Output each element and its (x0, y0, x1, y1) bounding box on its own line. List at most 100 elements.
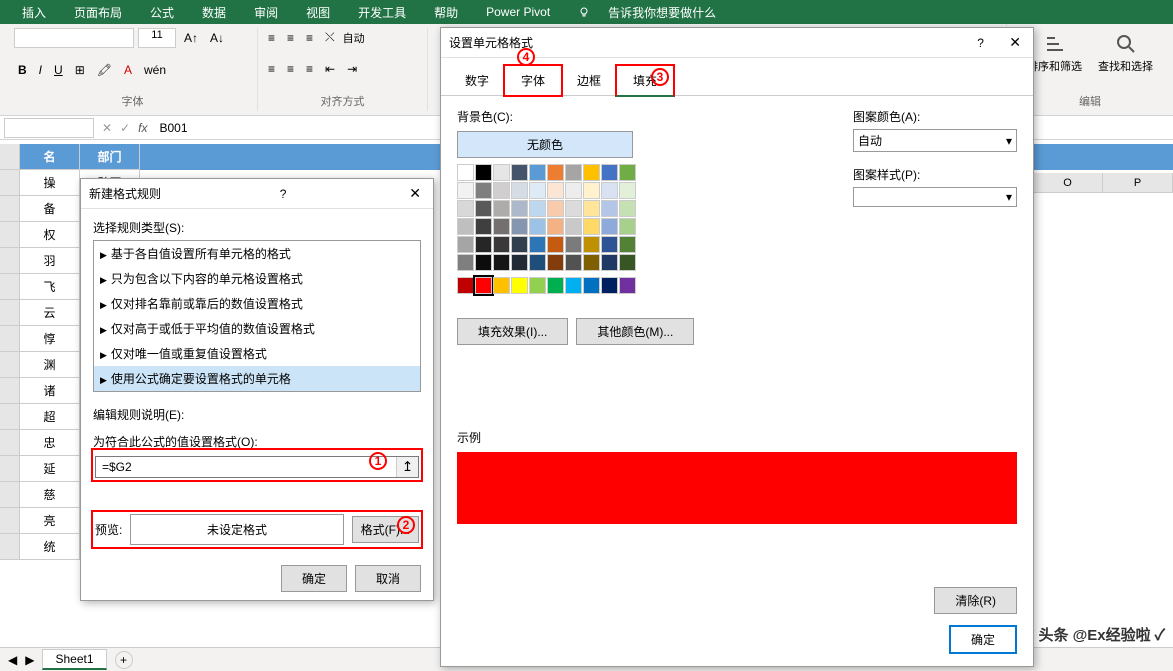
tell-me-search[interactable]: 告诉我你想要做什么 (564, 4, 744, 21)
color-swatch[interactable] (457, 182, 474, 199)
indent-inc-btn[interactable]: ⇥ (343, 60, 361, 78)
color-swatch[interactable] (493, 277, 510, 294)
color-swatch[interactable] (457, 218, 474, 235)
color-swatch[interactable] (529, 254, 546, 271)
pattern-color-select[interactable]: 自动 ▾ (853, 129, 1017, 152)
color-swatch[interactable] (619, 200, 636, 217)
color-swatch[interactable] (511, 236, 528, 253)
color-swatch[interactable] (511, 164, 528, 181)
more-colors-button[interactable]: 其他颜色(M)... (576, 318, 694, 345)
color-swatch[interactable] (583, 254, 600, 271)
sheet-nav-first[interactable]: ◀ (8, 653, 17, 667)
rule-option-3[interactable]: ▶仅对高于或低于平均值的数值设置格式 (94, 316, 420, 341)
dlg1-ok-button[interactable]: 确定 (281, 565, 347, 592)
color-swatch[interactable] (493, 236, 510, 253)
name-box[interactable] (4, 118, 94, 138)
color-swatch[interactable] (475, 218, 492, 235)
rule-option-5[interactable]: ▶使用公式确定要设置格式的单元格 (94, 366, 420, 391)
color-swatch[interactable] (619, 236, 636, 253)
color-swatch[interactable] (601, 200, 618, 217)
sheet-nav-last[interactable]: ▶ (25, 653, 34, 667)
color-swatch[interactable] (511, 200, 528, 217)
color-swatch[interactable] (493, 254, 510, 271)
col-p-header[interactable]: P (1103, 173, 1173, 192)
rule-formula-input[interactable] (96, 457, 396, 477)
align-top-btn[interactable]: ≡ (264, 29, 279, 47)
tab-view[interactable]: 视图 (292, 4, 344, 21)
align-right-btn[interactable]: ≡ (302, 60, 317, 78)
color-swatch[interactable] (565, 200, 582, 217)
color-swatch[interactable] (565, 164, 582, 181)
dlg1-cancel-button[interactable]: 取消 (355, 565, 421, 592)
range-picker-btn[interactable]: ↥ (396, 457, 418, 477)
color-swatch[interactable] (565, 236, 582, 253)
sort-filter-btn[interactable]: 排序和筛选 (1027, 32, 1082, 74)
color-swatch[interactable] (457, 277, 474, 294)
dlg1-close-icon[interactable]: ✕ (405, 185, 425, 202)
color-swatch[interactable] (475, 236, 492, 253)
color-swatch[interactable] (565, 254, 582, 271)
color-swatch[interactable] (457, 236, 474, 253)
tab-border[interactable]: 边框 (561, 66, 617, 95)
rule-option-2[interactable]: ▶仅对排名靠前或靠后的数值设置格式 (94, 291, 420, 316)
add-sheet-btn[interactable]: + (115, 651, 133, 669)
color-swatch[interactable] (475, 182, 492, 199)
color-swatch[interactable] (529, 182, 546, 199)
color-swatch[interactable] (493, 218, 510, 235)
phonetic-btn[interactable]: wén (140, 61, 170, 79)
font-name-select[interactable] (14, 28, 134, 48)
tab-data[interactable]: 数据 (188, 4, 240, 21)
color-swatch[interactable] (493, 200, 510, 217)
color-swatch[interactable] (475, 277, 492, 294)
tab-help[interactable]: 帮助 (420, 4, 472, 21)
color-swatch[interactable] (529, 277, 546, 294)
color-swatch[interactable] (547, 218, 564, 235)
color-swatch[interactable] (601, 182, 618, 199)
align-mid-btn[interactable]: ≡ (283, 29, 298, 47)
border-btn[interactable]: ⊞ (71, 61, 89, 79)
indent-dec-btn[interactable]: ⇤ (321, 60, 339, 78)
dlg2-ok-button[interactable]: 确定 (949, 625, 1017, 654)
clear-button[interactable]: 清除(R) (934, 587, 1017, 614)
tab-dev[interactable]: 开发工具 (344, 4, 420, 21)
color-swatch[interactable] (529, 200, 546, 217)
tab-insert[interactable]: 插入 (8, 4, 60, 21)
color-swatch[interactable] (475, 200, 492, 217)
sheet-tab-1[interactable]: Sheet1 (42, 649, 106, 670)
color-swatch[interactable] (511, 277, 528, 294)
underline-btn[interactable]: U (50, 61, 67, 79)
color-swatch[interactable] (511, 254, 528, 271)
color-swatch[interactable] (457, 164, 474, 181)
color-swatch[interactable] (619, 277, 636, 294)
color-swatch[interactable] (547, 200, 564, 217)
pattern-style-select[interactable]: ▾ (853, 187, 1017, 207)
color-swatch[interactable] (583, 164, 600, 181)
dlg1-help-icon[interactable]: ? (280, 187, 287, 201)
tab-review[interactable]: 审阅 (240, 4, 292, 21)
color-swatch[interactable] (511, 218, 528, 235)
font-size-select[interactable]: 11 (138, 28, 176, 48)
orientation-btn[interactable]: ⤬ (321, 28, 339, 47)
color-swatch[interactable] (511, 182, 528, 199)
rule-option-1[interactable]: ▶只为包含以下内容的单元格设置格式 (94, 266, 420, 291)
color-swatch[interactable] (529, 218, 546, 235)
rule-option-0[interactable]: ▶基于各自值设置所有单元格的格式 (94, 241, 420, 266)
tab-number[interactable]: 数字 (449, 66, 505, 95)
align-bot-btn[interactable]: ≡ (302, 29, 317, 47)
tab-powerpivot[interactable]: Power Pivot (472, 5, 564, 19)
color-swatch[interactable] (547, 164, 564, 181)
color-swatch[interactable] (583, 218, 600, 235)
color-swatch[interactable] (619, 254, 636, 271)
color-swatch[interactable] (475, 164, 492, 181)
cancel-icon[interactable]: ✕ (102, 121, 112, 135)
tab-font[interactable]: 字体 (503, 64, 563, 97)
font-color-btn[interactable]: A (120, 61, 136, 79)
italic-btn[interactable]: I (35, 61, 46, 79)
confirm-icon[interactable]: ✓ (120, 121, 130, 135)
color-swatch[interactable] (457, 200, 474, 217)
color-swatch[interactable] (529, 236, 546, 253)
fill-effect-button[interactable]: 填充效果(I)... (457, 318, 568, 345)
color-swatch[interactable] (493, 182, 510, 199)
color-swatch[interactable] (583, 277, 600, 294)
find-select-btn[interactable]: 查找和选择 (1098, 32, 1153, 74)
